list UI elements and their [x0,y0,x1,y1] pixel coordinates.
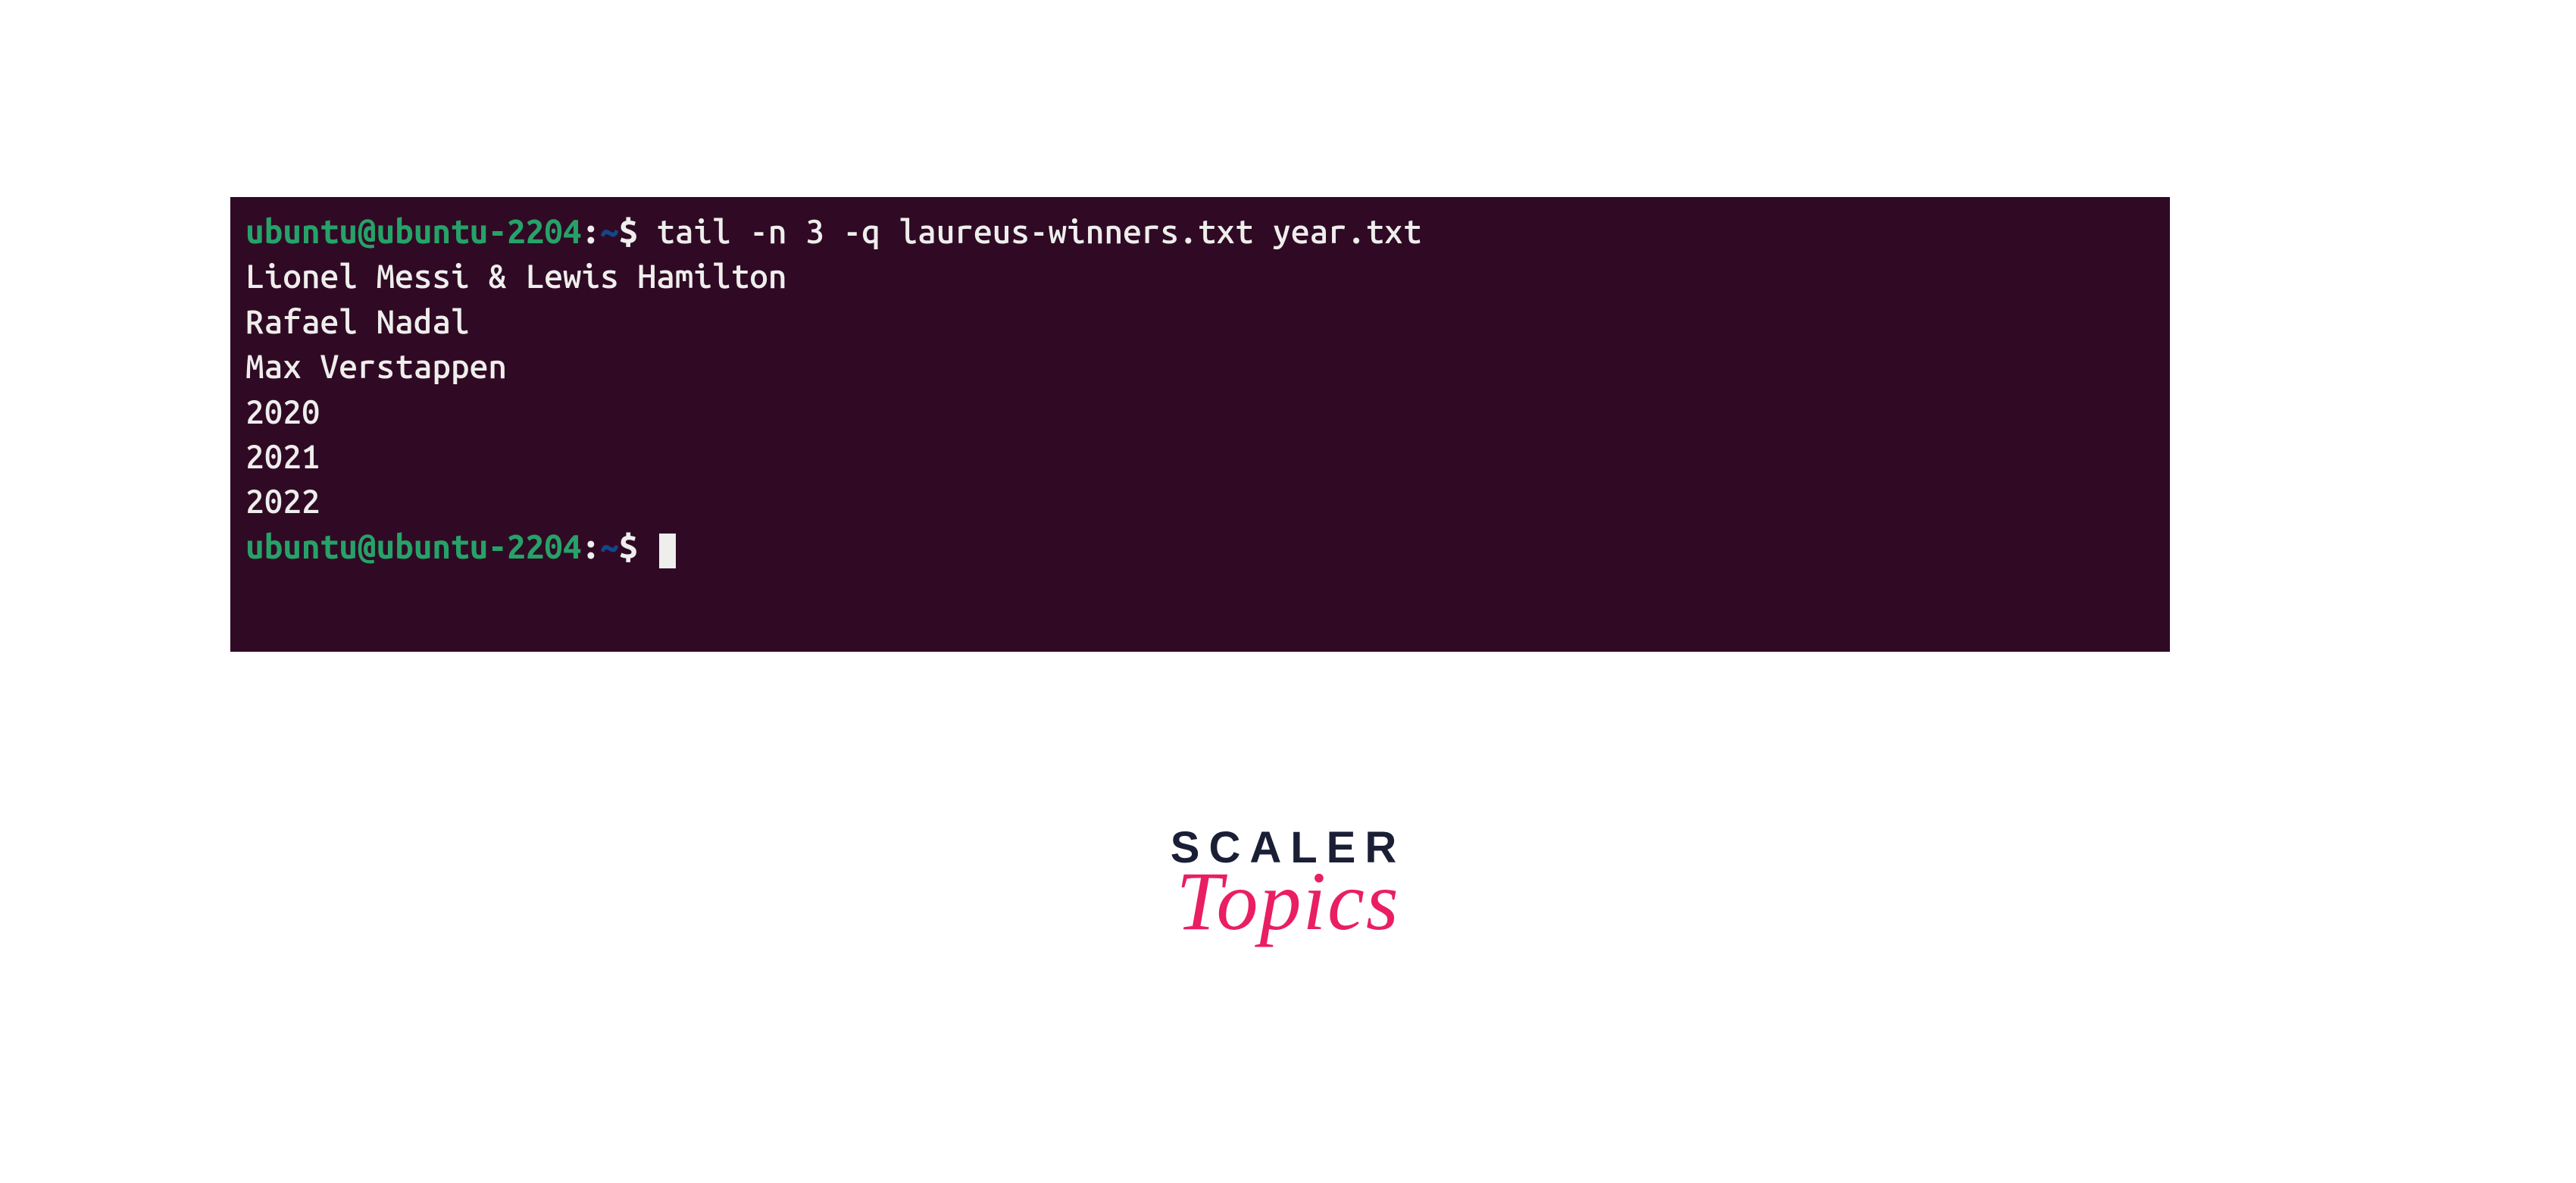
prompt-separator: : [582,528,601,565]
output-line: Lionel Messi & Lewis Hamilton [245,254,2155,299]
output-line: Rafael Nadal [245,299,2155,344]
user-host: ubuntu@ubuntu-2204 [245,528,582,565]
terminal-window[interactable]: ubuntu@ubuntu-2204:~$ tail -n 3 -q laure… [230,197,2170,652]
prompt-line-1: ubuntu@ubuntu-2204:~$ tail -n 3 -q laure… [245,209,2155,254]
logo-text-topics: Topics [1171,864,1405,939]
output-line: 2021 [245,434,2155,479]
user-host: ubuntu@ubuntu-2204 [245,213,582,250]
prompt-line-2[interactable]: ubuntu@ubuntu-2204:~$ [245,524,2155,569]
output-line: 2020 [245,390,2155,434]
command-input[interactable] [637,528,656,565]
current-path: ~ [600,528,619,565]
output-line: Max Verstappen [245,344,2155,389]
current-path: ~ [600,213,619,250]
command-text: tail -n 3 -q laureus-winners.txt year.tx… [637,213,1421,250]
prompt-separator: : [582,213,601,250]
output-line: 2022 [245,479,2155,524]
scaler-topics-logo: SCALER Topics [1171,826,1405,939]
dollar-sign: $ [619,213,638,250]
dollar-sign: $ [619,528,638,565]
cursor-icon [659,534,676,568]
